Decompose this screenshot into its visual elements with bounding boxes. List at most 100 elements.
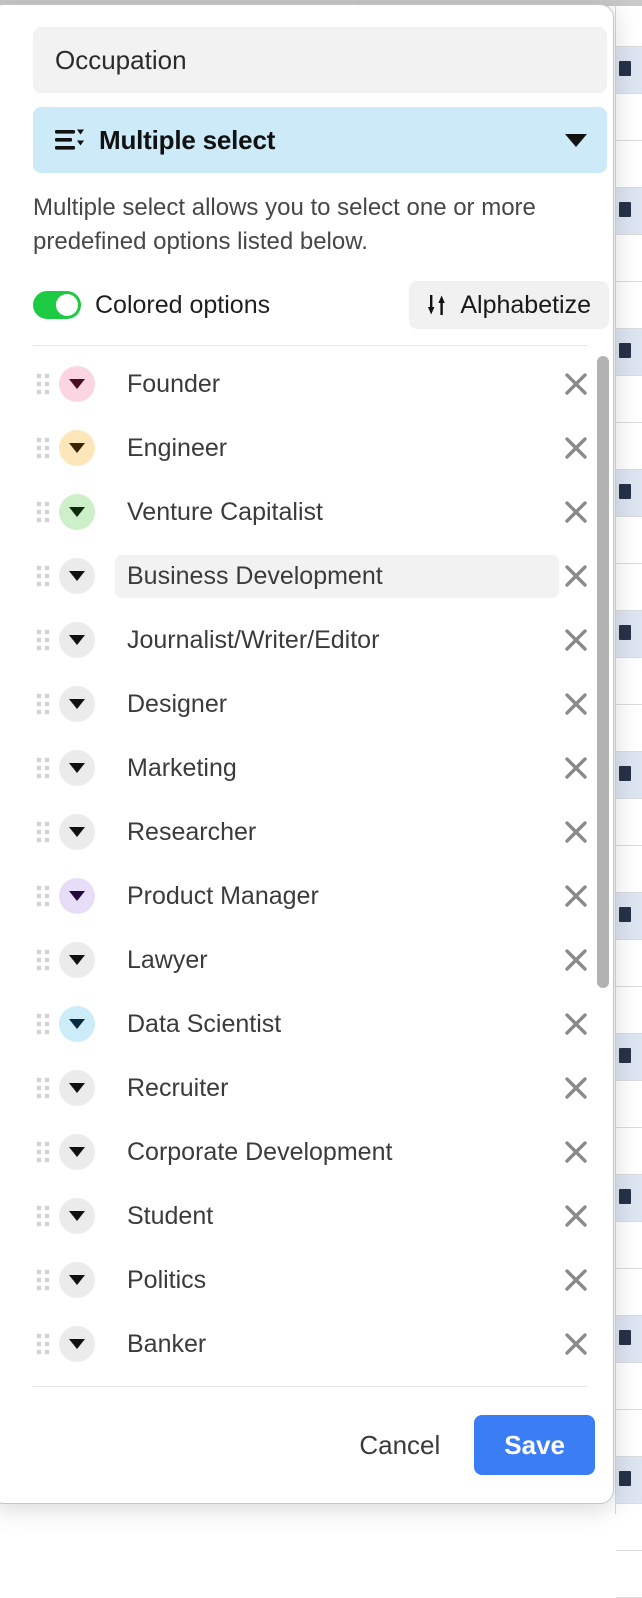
option-label[interactable]: Venture Capitalist [115, 491, 559, 534]
drag-handle-icon[interactable] [33, 948, 55, 972]
option-color-swatch[interactable] [59, 494, 95, 530]
background-table [615, 0, 642, 1598]
option-row[interactable]: Product Manager [33, 864, 609, 928]
option-row[interactable]: Student [33, 1184, 609, 1248]
drag-handle-icon[interactable] [33, 436, 55, 460]
option-label[interactable]: Product Manager [115, 875, 559, 918]
toggle-switch[interactable] [33, 291, 81, 319]
option-label[interactable]: Banker [115, 1323, 559, 1366]
remove-option-button[interactable] [559, 751, 593, 785]
option-row[interactable]: Engineer [33, 416, 609, 480]
background-table-row [616, 1316, 642, 1363]
remove-option-button[interactable] [559, 687, 593, 721]
option-color-swatch[interactable] [59, 1326, 95, 1362]
drag-handle-icon[interactable] [33, 1268, 55, 1292]
option-color-swatch[interactable] [59, 750, 95, 786]
option-label[interactable]: Journalist/Writer/Editor [115, 619, 559, 662]
drag-handle-icon[interactable] [33, 372, 55, 396]
remove-option-button[interactable] [559, 1199, 593, 1233]
drag-handle-icon[interactable] [33, 820, 55, 844]
options-scrollbar[interactable] [597, 356, 609, 1386]
drag-handle-icon[interactable] [33, 1140, 55, 1164]
option-row[interactable]: Corporate Development [33, 1120, 609, 1184]
option-label[interactable]: Engineer [115, 427, 559, 470]
remove-option-button[interactable] [559, 1007, 593, 1041]
remove-option-button[interactable] [559, 431, 593, 465]
remove-option-button[interactable] [559, 367, 593, 401]
option-row[interactable]: Banker [33, 1312, 609, 1376]
option-label[interactable]: Founder [115, 363, 559, 406]
drag-handle-icon[interactable] [33, 756, 55, 780]
close-icon [565, 437, 587, 459]
remove-option-button[interactable] [559, 1327, 593, 1361]
remove-option-button[interactable] [559, 495, 593, 529]
cancel-button[interactable]: Cancel [341, 1418, 458, 1473]
background-table-row [616, 1081, 642, 1128]
field-type-selector[interactable]: Multiple select [33, 107, 607, 173]
option-row[interactable]: Marketing [33, 736, 609, 800]
background-table-row [616, 141, 642, 188]
drag-handle-icon[interactable] [33, 500, 55, 524]
option-label[interactable]: Lawyer [115, 939, 559, 982]
option-row[interactable]: Designer [33, 672, 609, 736]
remove-option-button[interactable] [559, 1263, 593, 1297]
remove-option-button[interactable] [559, 1135, 593, 1169]
option-label[interactable]: Politics [115, 1259, 559, 1302]
drag-handle-icon[interactable] [33, 692, 55, 716]
option-label[interactable]: Data Scientist [115, 1003, 559, 1046]
option-label[interactable]: Corporate Development [115, 1131, 559, 1174]
option-color-swatch[interactable] [59, 942, 95, 978]
remove-option-button[interactable] [559, 815, 593, 849]
background-table-row [616, 1457, 642, 1504]
remove-option-button[interactable] [559, 879, 593, 913]
option-color-swatch[interactable] [59, 1198, 95, 1234]
option-color-swatch[interactable] [59, 558, 95, 594]
option-label[interactable]: Researcher [115, 811, 559, 854]
drag-handle-icon[interactable] [33, 1332, 55, 1356]
option-row[interactable]: Business Development [33, 544, 609, 608]
option-row[interactable]: Journalist/Writer/Editor [33, 608, 609, 672]
option-color-swatch[interactable] [59, 1006, 95, 1042]
option-label[interactable]: Recruiter [115, 1067, 559, 1110]
colored-options-toggle[interactable]: Colored options [33, 291, 409, 320]
option-row[interactable]: Data Scientist [33, 992, 609, 1056]
background-table-row [616, 987, 642, 1034]
option-label[interactable]: Student [115, 1195, 559, 1238]
option-color-swatch[interactable] [59, 1070, 95, 1106]
option-row[interactable]: Recruiter [33, 1056, 609, 1120]
drag-handle-icon[interactable] [33, 1076, 55, 1100]
drag-handle-icon[interactable] [33, 884, 55, 908]
field-name-input[interactable]: Occupation [33, 27, 607, 93]
field-editor-dialog: Occupation Multiple select Multiple sele… [0, 4, 614, 1504]
remove-option-button[interactable] [559, 559, 593, 593]
option-color-swatch[interactable] [59, 686, 95, 722]
option-row[interactable]: Lawyer [33, 928, 609, 992]
drag-handle-icon[interactable] [33, 1012, 55, 1036]
option-row[interactable]: Politics [33, 1248, 609, 1312]
chevron-down-icon [69, 507, 85, 517]
field-type-label: Multiple select [99, 124, 276, 155]
scrollbar-thumb[interactable] [597, 356, 609, 988]
option-row[interactable]: Founder [33, 352, 609, 416]
option-label[interactable]: Business Development [115, 554, 559, 598]
remove-option-button[interactable] [559, 623, 593, 657]
option-label[interactable]: Designer [115, 683, 559, 726]
save-button[interactable]: Save [474, 1415, 595, 1475]
option-color-swatch[interactable] [59, 814, 95, 850]
option-row[interactable]: Venture Capitalist [33, 480, 609, 544]
option-color-swatch[interactable] [59, 1134, 95, 1170]
remove-option-button[interactable] [559, 1071, 593, 1105]
option-color-swatch[interactable] [59, 622, 95, 658]
alphabetize-button[interactable]: Alphabetize [409, 281, 609, 329]
option-row[interactable]: Researcher [33, 800, 609, 864]
option-color-swatch[interactable] [59, 878, 95, 914]
close-icon [565, 1205, 587, 1227]
drag-handle-icon[interactable] [33, 1204, 55, 1228]
drag-handle-icon[interactable] [33, 628, 55, 652]
option-label[interactable]: Marketing [115, 747, 559, 790]
option-color-swatch[interactable] [59, 1262, 95, 1298]
option-color-swatch[interactable] [59, 366, 95, 402]
option-color-swatch[interactable] [59, 430, 95, 466]
remove-option-button[interactable] [559, 943, 593, 977]
drag-handle-icon[interactable] [33, 564, 55, 588]
